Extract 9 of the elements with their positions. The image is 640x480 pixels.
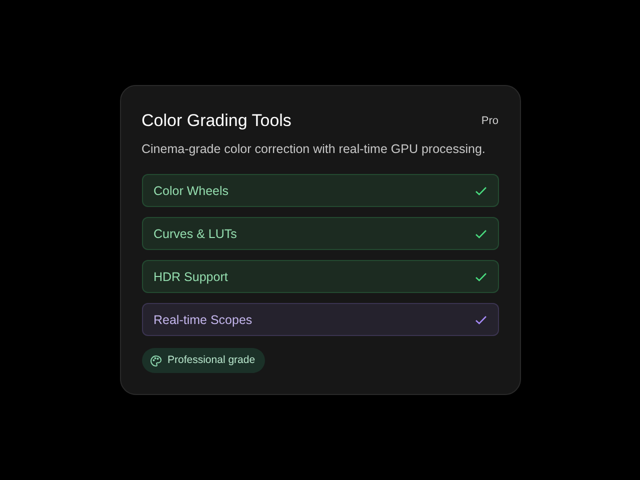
feature-label: Color Wheels bbox=[154, 182, 229, 200]
feature-label: Curves & LUTs bbox=[154, 226, 237, 242]
professional-badge: Professional grade bbox=[142, 348, 266, 374]
card-description: Cinema-grade color correction with real-time GPU processing. bbox=[142, 140, 486, 158]
palette-icon bbox=[150, 354, 162, 367]
feature-label: Real-time Scopes bbox=[154, 312, 252, 329]
feature-label: HDR Support bbox=[154, 268, 228, 286]
tier-label: Pro bbox=[481, 114, 498, 129]
card-title: Color Grading Tools bbox=[142, 110, 292, 132]
